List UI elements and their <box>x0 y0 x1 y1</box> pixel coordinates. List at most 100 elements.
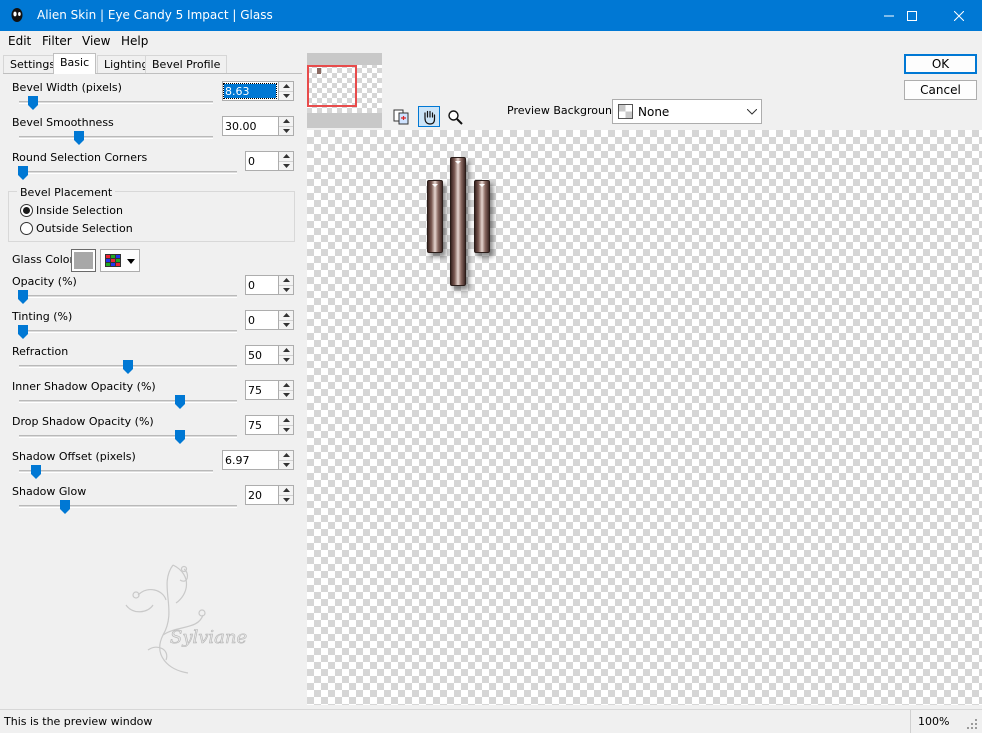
glass-bar-right <box>474 180 490 253</box>
navigator-thumbnail[interactable] <box>307 53 382 128</box>
spin-up-icon[interactable] <box>279 381 293 390</box>
spin-up-icon[interactable] <box>279 82 293 91</box>
spin-up-icon[interactable] <box>279 451 293 460</box>
drop-shadow-spinner[interactable] <box>278 416 293 434</box>
inside-selection-label[interactable]: Inside Selection <box>36 204 123 217</box>
spin-down-icon[interactable] <box>279 90 293 100</box>
inner-shadow-slider-thumb[interactable] <box>175 395 185 409</box>
refraction-field[interactable]: 50 <box>245 345 294 365</box>
spin-down-icon[interactable] <box>279 459 293 469</box>
glass-color-swatch[interactable] <box>71 249 96 272</box>
shadow-glow-field[interactable]: 20 <box>245 485 294 505</box>
spin-down-icon[interactable] <box>279 125 293 135</box>
tab-bevel-profile[interactable]: Bevel Profile <box>145 55 228 74</box>
zoom-tool-button[interactable] <box>444 106 466 127</box>
shadow-offset-spinner[interactable] <box>278 451 293 469</box>
drop-shadow-slider-thumb[interactable] <box>175 430 185 444</box>
inner-shadow-track[interactable] <box>19 400 237 403</box>
round-corners-track[interactable] <box>19 171 237 174</box>
inner-shadow-field[interactable]: 75 <box>245 380 294 400</box>
outside-selection-radio[interactable] <box>20 222 33 235</box>
spin-down-icon[interactable] <box>279 354 293 364</box>
shadow-glow-track[interactable] <box>19 505 237 508</box>
inner-shadow-value[interactable]: 75 <box>246 381 278 399</box>
spin-up-icon[interactable] <box>279 276 293 285</box>
opacity-track[interactable] <box>19 295 237 298</box>
spin-up-icon[interactable] <box>279 311 293 320</box>
opacity-spinner[interactable] <box>278 276 293 294</box>
color-picker-dropdown[interactable] <box>100 249 140 272</box>
opacity-label: Opacity (%) <box>12 275 77 288</box>
opacity-value[interactable]: 0 <box>246 276 278 294</box>
round-corners-spinner[interactable] <box>278 152 293 170</box>
shadow-glow-value[interactable]: 20 <box>246 486 278 504</box>
opacity-slider-thumb[interactable] <box>18 290 28 304</box>
drop-shadow-value[interactable]: 75 <box>246 416 278 434</box>
tinting-track[interactable] <box>19 330 237 333</box>
bevel-smoothness-field[interactable]: 30.00 <box>222 116 294 136</box>
ok-button[interactable]: OK <box>904 54 977 74</box>
preview-window[interactable] <box>307 130 982 705</box>
preview-toggle-icon <box>393 109 409 124</box>
maximize-button[interactable] <box>889 0 935 31</box>
menu-edit[interactable]: Edit <box>8 34 31 48</box>
bevel-width-label: Bevel Width (pixels) <box>12 81 122 94</box>
bevel-width-value[interactable]: 8.63 <box>223 83 277 99</box>
inner-shadow-spinner[interactable] <box>278 381 293 399</box>
bevel-width-track[interactable] <box>19 101 213 104</box>
shadow-offset-slider-thumb[interactable] <box>31 465 41 479</box>
cancel-button[interactable]: Cancel <box>904 80 977 100</box>
resize-grip-icon[interactable] <box>966 718 978 730</box>
round-corners-field[interactable]: 0 <box>245 151 294 171</box>
refraction-value[interactable]: 50 <box>246 346 278 364</box>
shadow-offset-field[interactable]: 6.97 <box>222 450 294 470</box>
spin-down-icon[interactable] <box>279 424 293 434</box>
tinting-spinner[interactable] <box>278 311 293 329</box>
shadow-offset-track[interactable] <box>19 470 213 473</box>
bevel-smoothness-track[interactable] <box>19 136 213 139</box>
menu-filter[interactable]: Filter <box>42 34 72 48</box>
tinting-value[interactable]: 0 <box>246 311 278 329</box>
spin-up-icon[interactable] <box>279 486 293 495</box>
preview-background-select[interactable]: None <box>612 99 762 124</box>
spin-down-icon[interactable] <box>279 319 293 329</box>
spin-up-icon[interactable] <box>279 117 293 126</box>
bevel-width-spinner[interactable] <box>278 82 293 100</box>
drop-shadow-track[interactable] <box>19 435 237 438</box>
spin-down-icon[interactable] <box>279 389 293 399</box>
spin-down-icon[interactable] <box>279 494 293 504</box>
tab-basic[interactable]: Basic <box>53 53 97 74</box>
hand-tool-button[interactable] <box>418 106 440 127</box>
bevel-smoothness-slider-thumb[interactable] <box>74 131 84 145</box>
opacity-field[interactable]: 0 <box>245 275 294 295</box>
spin-up-icon[interactable] <box>279 346 293 355</box>
inside-selection-radio[interactable] <box>20 204 33 217</box>
tinting-slider-thumb[interactable] <box>18 325 28 339</box>
spin-up-icon[interactable] <box>279 416 293 425</box>
shadow-offset-value[interactable]: 6.97 <box>223 451 278 469</box>
round-corners-value[interactable]: 0 <box>246 152 278 170</box>
bevel-smoothness-spinner[interactable] <box>278 117 293 135</box>
round-corners-slider-thumb[interactable] <box>18 166 28 180</box>
close-button[interactable] <box>936 0 982 31</box>
zoom-level: 100% <box>918 715 950 728</box>
tinting-field[interactable]: 0 <box>245 310 294 330</box>
spin-up-icon[interactable] <box>279 152 293 161</box>
shadow-glow-spinner[interactable] <box>278 486 293 504</box>
navigator-view-rect[interactable] <box>307 65 357 107</box>
spin-down-icon[interactable] <box>279 284 293 294</box>
bevel-width-slider-thumb[interactable] <box>28 96 38 110</box>
shadow-glow-slider-thumb[interactable] <box>60 500 70 514</box>
drop-shadow-label: Drop Shadow Opacity (%) <box>12 415 154 428</box>
outside-selection-label[interactable]: Outside Selection <box>36 222 133 235</box>
refraction-slider-thumb[interactable] <box>123 360 133 374</box>
refraction-spinner[interactable] <box>278 346 293 364</box>
menu-help[interactable]: Help <box>121 34 148 48</box>
alien-skin-app-icon <box>11 8 23 22</box>
bevel-width-field[interactable]: 8.63 <box>222 81 294 101</box>
spin-down-icon[interactable] <box>279 160 293 170</box>
preview-toggle-button[interactable] <box>390 106 412 127</box>
bevel-smoothness-value[interactable]: 30.00 <box>223 117 278 135</box>
menu-view[interactable]: View <box>82 34 110 48</box>
drop-shadow-field[interactable]: 75 <box>245 415 294 435</box>
